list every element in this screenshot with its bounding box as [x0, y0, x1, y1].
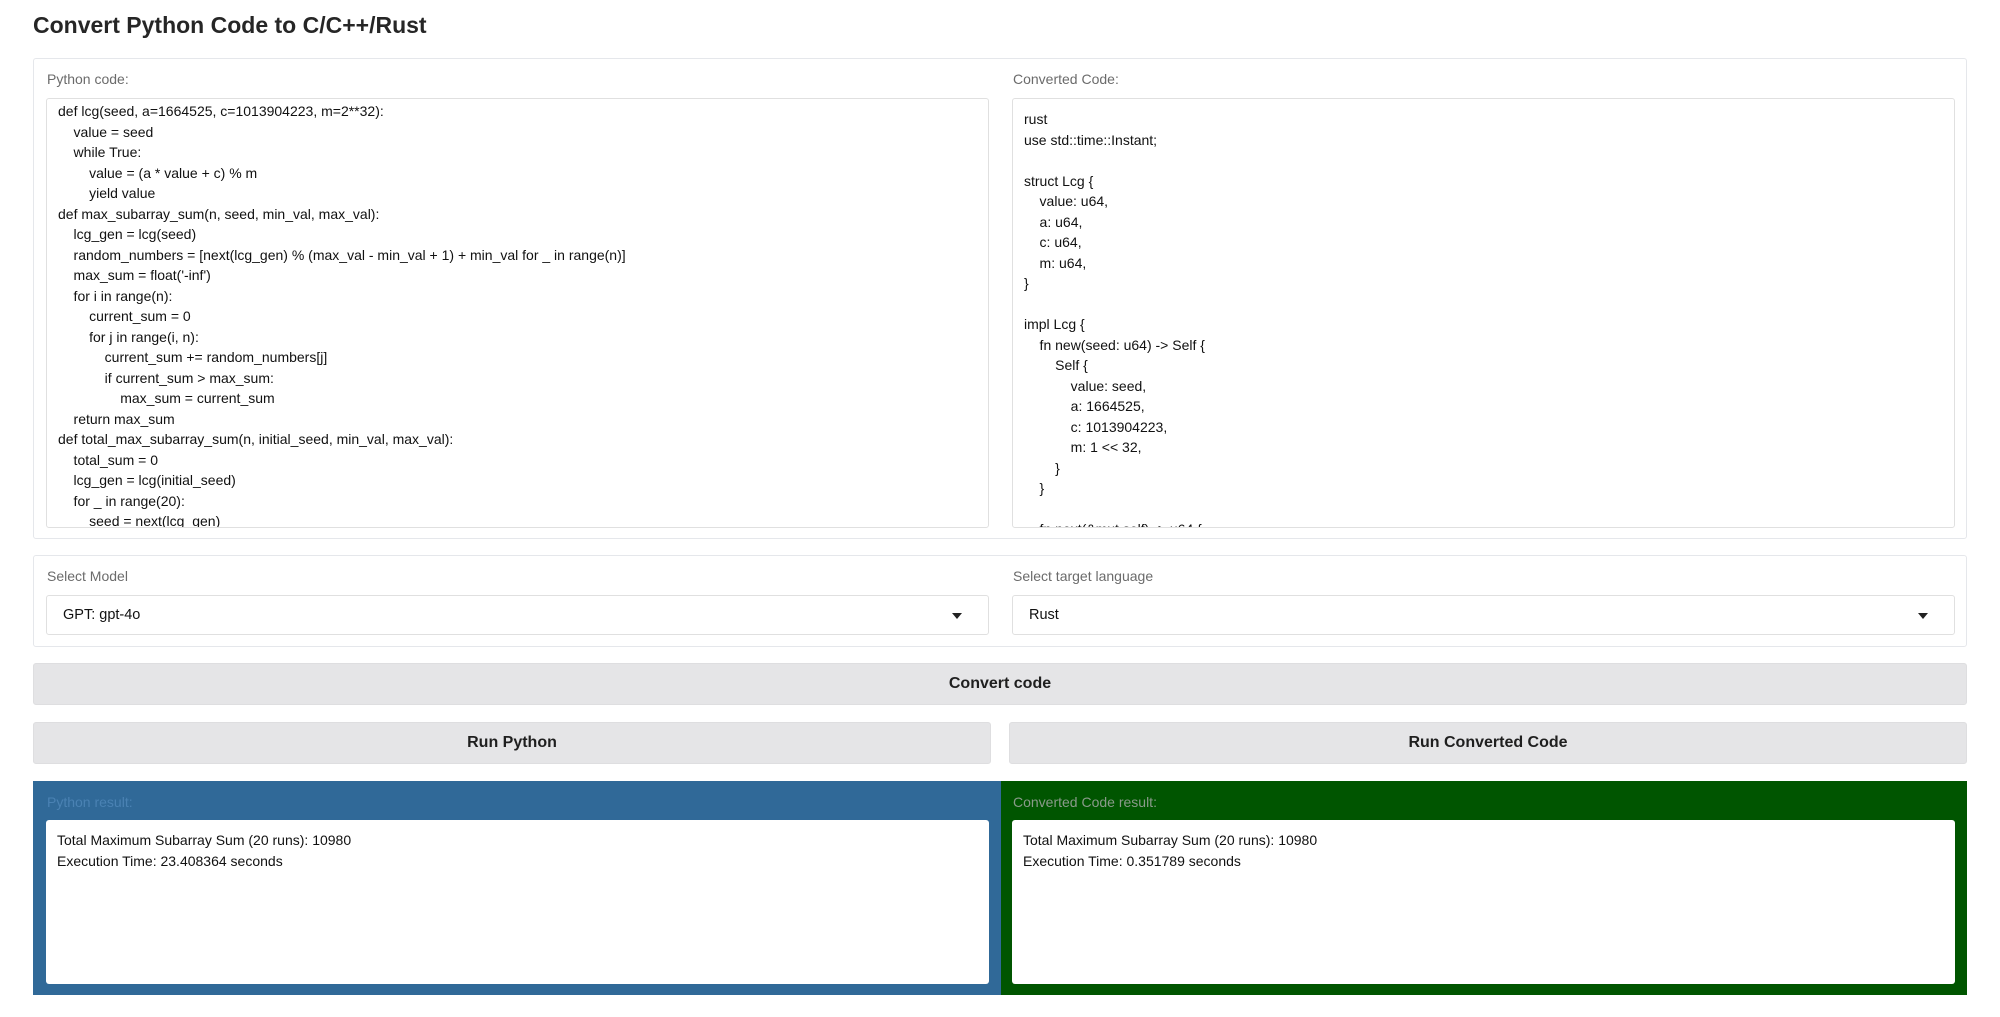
convert-code-button[interactable]: Convert code — [33, 663, 1967, 705]
select-language-label: Select target language — [1013, 568, 1154, 584]
language-select-value: Rust — [1029, 607, 1059, 623]
language-select[interactable]: Rust — [1012, 595, 1955, 635]
python-code-label: Python code: — [47, 71, 129, 87]
converted-code-label: Converted Code: — [1013, 71, 1119, 87]
chevron-down-icon — [952, 613, 962, 619]
page-title: Convert Python Code to C/C++/Rust — [33, 12, 427, 38]
converted-result-output: Total Maximum Subarray Sum (20 runs): 10… — [1012, 820, 1955, 984]
python-result-output: Total Maximum Subarray Sum (20 runs): 10… — [46, 820, 989, 984]
python-code-textarea[interactable]: def lcg(seed, a=1664525, c=1013904223, m… — [46, 98, 989, 528]
model-select-value: GPT: gpt-4o — [63, 607, 141, 623]
python-result-label: Python result: — [47, 794, 133, 810]
chevron-down-icon — [1918, 613, 1928, 619]
converted-code-textarea[interactable]: rust use std::time::Instant; struct Lcg … — [1012, 98, 1955, 528]
select-model-label: Select Model — [47, 568, 128, 584]
converted-result-label: Converted Code result: — [1013, 794, 1157, 810]
run-python-button[interactable]: Run Python — [33, 722, 991, 764]
model-select[interactable]: GPT: gpt-4o — [46, 595, 989, 635]
run-converted-code-button[interactable]: Run Converted Code — [1009, 722, 1967, 764]
